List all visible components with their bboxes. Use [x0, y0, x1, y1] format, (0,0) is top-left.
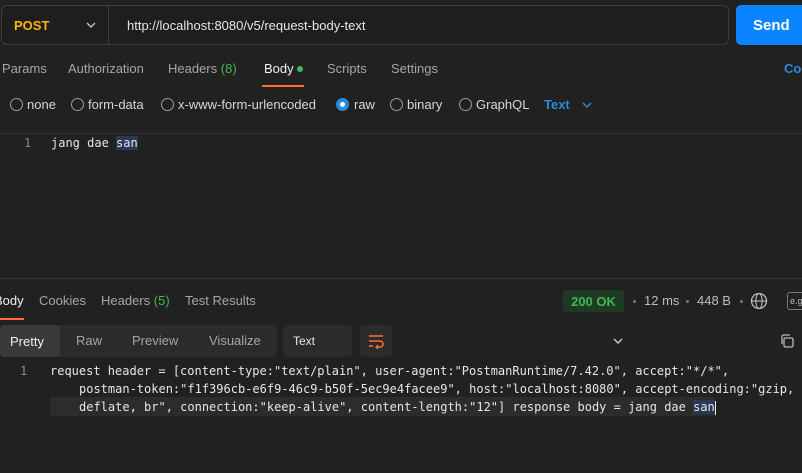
radio-binary-label[interactable]: binary [407, 97, 442, 112]
response-line: deflate, br", connection:"keep-alive", c… [79, 400, 716, 415]
chevron-down-icon[interactable] [84, 18, 98, 32]
separator-dot [633, 300, 636, 303]
resp-headers-count: (5) [153, 293, 170, 308]
tab-headers[interactable]: Headers (8) [168, 61, 237, 76]
send-button[interactable]: Send [736, 5, 802, 45]
tab-params[interactable]: Params [2, 61, 47, 76]
response-selected-text: san [693, 400, 715, 414]
radio-raw-label[interactable]: raw [354, 97, 375, 112]
line-number: 1 [24, 136, 32, 150]
tab-scripts[interactable]: Scripts [327, 61, 367, 76]
pane-splitter[interactable] [0, 278, 802, 279]
method-label: POST [14, 17, 50, 33]
line-number: 1 [20, 364, 28, 378]
radio-binary[interactable] [390, 98, 403, 111]
separator-dot [686, 300, 689, 303]
copy-icon[interactable] [779, 333, 795, 349]
tab-headers-label: Headers [168, 61, 218, 76]
chevron-down-icon [613, 338, 623, 345]
radio-graphql[interactable] [459, 98, 472, 111]
radio-none[interactable] [10, 98, 23, 111]
tab-body[interactable]: Body [264, 61, 294, 76]
url-bar: POST http://localhost:8080/v5/request-bo… [1, 5, 729, 45]
request-body-editor[interactable]: jang dae san [51, 136, 138, 150]
editor-selected-text: san [116, 136, 138, 150]
resp-tab-body[interactable]: Body [0, 293, 24, 308]
radio-urlencoded-label[interactable]: x-www-form-urlencoded [178, 97, 316, 112]
globe-icon[interactable] [750, 292, 768, 310]
resp-tab-headers[interactable]: Headers (5) [101, 293, 170, 308]
radio-graphql-label[interactable]: GraphQL [476, 97, 529, 112]
radio-form-data-label[interactable]: form-data [88, 97, 144, 112]
response-time[interactable]: 12 ms [644, 293, 679, 308]
response-line: postman-token:"f1f396cb-e6f9-46c9-b50f-5… [79, 382, 795, 396]
cookies-link[interactable]: Coo [784, 61, 802, 76]
divider [0, 133, 802, 134]
response-line: request header = [content-type:"text/pla… [50, 364, 730, 378]
response-format-label: Text [293, 334, 316, 348]
view-raw[interactable]: Raw [76, 333, 102, 348]
radio-urlencoded[interactable] [161, 98, 174, 111]
tab-settings[interactable]: Settings [391, 61, 438, 76]
url-input[interactable]: http://localhost:8080/v5/request-body-te… [127, 6, 365, 44]
view-preview[interactable]: Preview [132, 333, 178, 348]
response-size[interactable]: 448 B [697, 293, 731, 308]
wrap-lines-button[interactable] [360, 325, 392, 357]
resp-tab-test-results[interactable]: Test Results [185, 293, 256, 308]
save-response-icon[interactable]: e.g [787, 292, 802, 310]
editor-text: jang dae [51, 136, 117, 150]
view-pretty[interactable]: Pretty [0, 325, 60, 357]
separator-dot [740, 300, 743, 303]
active-tab-indicator [0, 318, 24, 320]
headers-count: (8) [220, 61, 237, 76]
view-mode-group: Pretty Raw Preview Visualize [0, 325, 277, 357]
response-text: deflate, br", connection:"keep-alive", c… [79, 400, 694, 414]
radio-raw[interactable] [336, 98, 349, 111]
radio-form-data[interactable] [71, 98, 84, 111]
wrap-lines-icon [369, 335, 384, 349]
chevron-down-icon[interactable] [580, 98, 594, 112]
view-visualize[interactable]: Visualize [209, 333, 261, 348]
status-badge[interactable]: 200 OK [563, 290, 624, 312]
active-tab-indicator [262, 85, 304, 87]
text-caret [714, 400, 716, 415]
radio-none-label[interactable]: none [27, 97, 56, 112]
resp-tab-cookies[interactable]: Cookies [39, 293, 86, 308]
response-format-select[interactable]: Text [283, 325, 623, 357]
modified-dot [297, 66, 303, 72]
resp-tab-headers-label: Headers [101, 293, 151, 308]
format-select[interactable]: Text [544, 97, 570, 112]
tab-authorization[interactable]: Authorization [68, 61, 144, 76]
